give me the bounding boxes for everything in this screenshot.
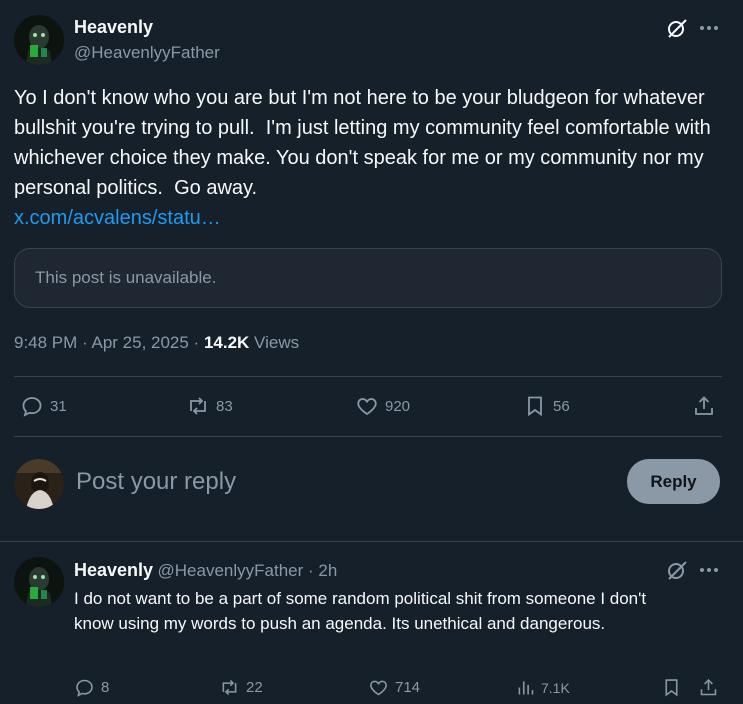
reply-author-handle[interactable]: @HeavenlyyFather [158, 561, 304, 580]
more-icon[interactable] [698, 18, 720, 38]
reply-icon [76, 679, 93, 697]
views-label: Views [249, 333, 300, 352]
views-icon [518, 681, 534, 695]
divider [14, 376, 722, 377]
share-action[interactable] [698, 677, 719, 698]
avatar-image [14, 459, 64, 509]
author-handle[interactable]: @HeavenlyyFather [74, 43, 220, 63]
repost-count: 22 [246, 679, 263, 696]
reply-input[interactable]: Post your reply [76, 468, 606, 496]
reply-icon [22, 397, 42, 417]
repost-count: 83 [216, 397, 233, 415]
post-meta: 9:48 PM · Apr 25, 2025 · 14.2K Views [14, 333, 299, 353]
share-action[interactable] [692, 394, 716, 418]
reply-button[interactable]: Reply [627, 459, 720, 504]
quoted-post-unavailable: This post is unavailable. [14, 248, 722, 308]
bookmark-action[interactable] [661, 677, 682, 698]
unavailable-label: This post is unavailable. [35, 268, 217, 287]
share-icon [700, 678, 717, 696]
post-link[interactable]: x.com/acvalens/statu… [14, 203, 221, 233]
bookmark-icon [528, 396, 542, 417]
repost-action[interactable]: 22 [219, 677, 263, 698]
reply-action[interactable]: 31 [20, 394, 67, 418]
bookmark-count: 56 [553, 397, 570, 415]
views-count: 7.1K [541, 679, 570, 696]
repost-action[interactable]: 83 [186, 394, 233, 418]
current-user-avatar[interactable] [14, 459, 64, 509]
reply-header: Heavenly @HeavenlyyFather · 2h [74, 560, 337, 581]
bookmark-action[interactable]: 56 [523, 394, 570, 418]
reply-count: 8 [101, 679, 110, 696]
author-avatar[interactable] [14, 15, 64, 65]
reply-action[interactable]: 8 [74, 677, 109, 698]
divider [14, 436, 722, 437]
bookmark-icon [665, 679, 678, 697]
grok-icon[interactable] [666, 559, 688, 581]
grok-icon[interactable] [666, 17, 688, 39]
reply-author-name[interactable]: Heavenly [74, 560, 153, 580]
avatar-image [14, 15, 64, 65]
like-icon [357, 398, 377, 416]
like-action[interactable]: 920 [355, 394, 410, 418]
like-count: 920 [385, 397, 411, 415]
share-icon [695, 396, 713, 415]
like-count: 714 [395, 679, 421, 696]
repost-icon [222, 679, 237, 696]
reply-count: 31 [50, 397, 67, 415]
views-action[interactable]: 7.1K [515, 677, 570, 698]
repost-icon [190, 397, 206, 415]
reply-text: I do not want to be a part of some rando… [74, 589, 647, 633]
views-count: 14.2K [203, 333, 250, 352]
post-text: Yo I don't know who you are but I'm not … [14, 87, 717, 199]
author-name[interactable]: Heavenly [74, 17, 153, 38]
like-action[interactable]: 714 [368, 677, 420, 698]
like-icon [370, 680, 387, 696]
avatar-image [14, 557, 64, 607]
post-timestamp[interactable]: 9:48 PM · Apr 25, 2025 · [14, 333, 204, 352]
reply-author-avatar[interactable] [14, 557, 64, 607]
reply-age[interactable]: · 2h [303, 561, 337, 580]
divider [0, 541, 743, 542]
more-icon[interactable] [698, 560, 720, 580]
